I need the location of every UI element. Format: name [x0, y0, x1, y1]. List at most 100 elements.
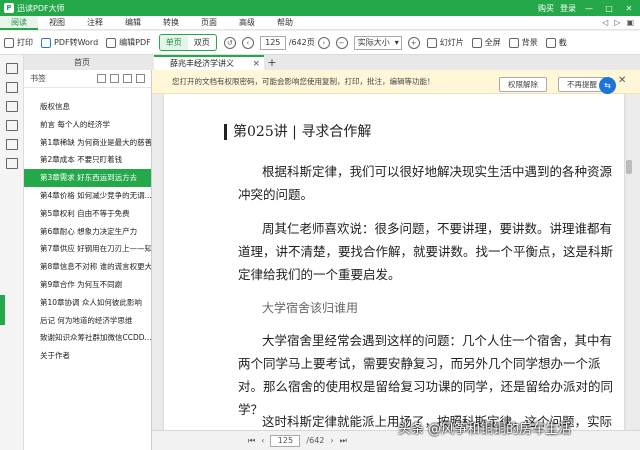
sidebar-close-icon[interactable]: [136, 74, 145, 83]
unlock-permission-button[interactable]: 权限解除: [499, 77, 547, 92]
background-button[interactable]: 背景: [505, 34, 542, 52]
expand-all-icon[interactable]: [97, 74, 106, 83]
slideshow-icon: [426, 37, 437, 48]
slideshow-label: 幻灯片: [439, 38, 464, 47]
rotate-left-icon[interactable]: ↺: [223, 36, 236, 49]
menu-page[interactable]: 页面: [190, 16, 228, 30]
sidebar-title: 书签: [30, 74, 46, 83]
comment-panel-icon[interactable]: [5, 101, 18, 112]
paragraph: 周其仁老师喜欢说：很多问题，不要讲理，要讲数。讲理谁都有道理，讲不清楚，要找合作…: [238, 221, 614, 282]
thumbnail-panel-icon[interactable]: [5, 82, 18, 93]
toolbar: 打印 PDF转Word 编辑PDF 单页 双页 ↺ ‹ 125 /642页 › …: [0, 31, 640, 55]
bookmark-item[interactable]: 第2章成本 不要只盯着钱: [24, 151, 151, 169]
bookmark-item[interactable]: 关于作者: [24, 347, 151, 365]
paragraph: 根据科斯定律，我们可以很好地解决现实生活中遇到的各种资源冲突的问题。: [238, 164, 613, 202]
bookmark-item[interactable]: 第6章耐心 想象力决定生产力: [24, 223, 151, 241]
menu-convert[interactable]: 转换: [152, 16, 190, 30]
menu-annotate[interactable]: 注释: [76, 16, 114, 30]
buy-button[interactable]: 购买: [538, 3, 554, 14]
document-page: 第025讲 | 寻求合作解 根据科斯定律，我们可以很好地解决现实生活中遇到的各种…: [164, 94, 624, 430]
attachment-panel-icon[interactable]: [5, 120, 18, 131]
page-mode-toggle: 单页 双页: [158, 34, 217, 51]
document-viewer[interactable]: 第025讲 | 寻求合作解 根据科斯定律，我们可以很好地解决现实生活中遇到的各种…: [152, 94, 640, 430]
panel-collapse-handle[interactable]: [0, 295, 5, 325]
bookmark-item[interactable]: 第10章协调 众人如何彼此影响: [24, 294, 151, 312]
print-label: 打印: [17, 38, 33, 47]
tab-strip: 首页 薛兆丰经济学讲义 × +: [24, 55, 640, 70]
vertical-scrollbar[interactable]: [626, 150, 632, 420]
last-page-icon[interactable]: ⏭: [340, 436, 347, 446]
pdf-to-word-button[interactable]: PDF转Word: [37, 34, 102, 52]
page-total: /642页: [288, 38, 315, 47]
minimize-button[interactable]: —: [582, 4, 596, 13]
tab-home[interactable]: 首页: [24, 55, 154, 70]
edit-pdf-label: 编辑PDF: [119, 38, 151, 47]
bookmark-item[interactable]: 致谢知识众筹社群加微信CCDD...: [24, 329, 151, 347]
bookmark-item[interactable]: 后记 何为地道的经济学思维: [24, 312, 151, 330]
scrollbar-thumb[interactable]: [626, 160, 632, 174]
slideshow-button[interactable]: 幻灯片: [423, 34, 468, 52]
fullscreen-button[interactable]: 全屏: [468, 34, 505, 52]
bookmark-sidebar: 书签 版权信息 前言 每个人的经济学 第1章稀缺 为何商业是最大的慈善 第2章成…: [24, 70, 152, 450]
forward-icon[interactable]: ▷: [614, 18, 620, 27]
next-page-icon[interactable]: ›: [317, 36, 330, 49]
bookmark-list: 版权信息 前言 每个人的经济学 第1章稀缺 为何商业是最大的慈善 第2章成本 不…: [24, 98, 151, 365]
add-bookmark-icon[interactable]: [123, 74, 132, 83]
menu-bar: 阅读 视图 注释 编辑 转换 页面 高级 帮助 ◁ ▷ ▣: [0, 15, 640, 30]
close-window-button[interactable]: ✕: [622, 4, 636, 13]
menu-edit[interactable]: 编辑: [114, 16, 152, 30]
translate-panel-icon[interactable]: [5, 158, 18, 169]
status-page-input[interactable]: 125: [270, 434, 301, 447]
tab-document[interactable]: 薛兆丰经济学讲义 ×: [154, 55, 264, 70]
zoom-out-icon[interactable]: −: [335, 36, 348, 49]
page-number-input[interactable]: 125: [259, 35, 286, 50]
maximize-button[interactable]: □: [602, 4, 616, 13]
notice-close-icon[interactable]: ✕: [618, 75, 626, 86]
screenshot-button[interactable]: 截: [542, 34, 571, 52]
first-page-icon[interactable]: ⏮: [248, 436, 255, 446]
status-prev-page-icon[interactable]: ‹: [261, 436, 264, 445]
section-subtitle: 大学宿舍该归谁用: [262, 301, 359, 315]
menu-advanced[interactable]: 高级: [228, 16, 266, 30]
bookmark-item[interactable]: 第8章信息不对称 谁的谎言权更大: [24, 258, 151, 276]
new-tab-button[interactable]: +: [264, 55, 280, 70]
background-label: 背景: [521, 38, 538, 47]
single-page-button[interactable]: 单页: [159, 35, 188, 50]
print-icon: [4, 37, 14, 48]
double-page-button[interactable]: 双页: [188, 35, 216, 50]
bookmark-item[interactable]: 前言 每个人的经济学: [24, 116, 151, 134]
bookmark-item[interactable]: 版权信息: [24, 98, 151, 116]
zoom-in-icon[interactable]: +: [407, 36, 420, 49]
app-logo-icon: P: [4, 3, 14, 13]
edit-pdf-button[interactable]: 编辑PDF: [102, 34, 155, 52]
title-bar: P 迅读PDF大师 购买 登录 — □ ✕: [0, 0, 640, 16]
tab-document-label: 薛兆丰经济学讲义: [170, 59, 234, 68]
tab-home-label: 首页: [74, 58, 90, 67]
menu-help[interactable]: 帮助: [266, 16, 304, 30]
translate-float-icon[interactable]: ⇆: [599, 77, 616, 94]
left-rail: [0, 55, 24, 450]
app-logo: P 迅读PDF大师: [4, 3, 65, 14]
bookmark-item[interactable]: 第7章供应 好钢用在刀刃上——知...: [24, 240, 151, 258]
pdf-to-word-label: PDF转Word: [54, 38, 99, 47]
bookmark-item-selected[interactable]: 第3章需求 好东西运到远方去: [24, 169, 151, 187]
bookmark-item[interactable]: 第4章价格 如何减少竞争的无谓...: [24, 187, 151, 205]
collapse-all-icon[interactable]: [110, 74, 119, 83]
fullscreen-label: 全屏: [484, 38, 501, 47]
bookmark-item[interactable]: 第5章权利 自由不等于免费: [24, 205, 151, 223]
menu-view[interactable]: 视图: [38, 16, 76, 30]
zoom-select[interactable]: 实际大小: [353, 35, 402, 50]
bookmark-panel-icon[interactable]: [5, 63, 18, 74]
status-next-page-icon[interactable]: ›: [330, 436, 333, 445]
search-panel-icon[interactable]: [5, 139, 18, 150]
back-icon[interactable]: ◁: [602, 18, 608, 27]
print-button[interactable]: 打印: [0, 34, 37, 52]
login-button[interactable]: 登录: [560, 3, 576, 14]
bookmark-item[interactable]: 第9章合作 为何互不同謝: [24, 276, 151, 294]
close-tab-icon[interactable]: ×: [252, 59, 260, 69]
prev-page-icon[interactable]: ‹: [241, 36, 254, 49]
window-icon[interactable]: ▣: [626, 18, 634, 27]
menu-read[interactable]: 阅读: [0, 15, 38, 30]
status-page-total: /642: [306, 436, 325, 445]
bookmark-item[interactable]: 第1章稀缺 为何商业是最大的慈善: [24, 134, 151, 152]
